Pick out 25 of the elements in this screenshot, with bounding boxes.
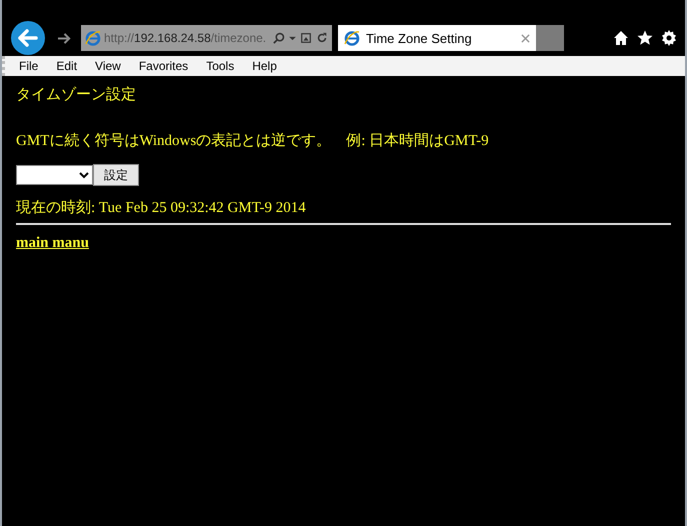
browser-logo-icon <box>85 30 101 46</box>
main-menu-link[interactable]: main manu <box>16 235 89 251</box>
set-button[interactable]: 設定 <box>93 164 139 186</box>
dropdown-icon[interactable] <box>289 36 296 40</box>
search-icon[interactable] <box>273 32 285 44</box>
menu-item[interactable]: View <box>95 59 121 73</box>
note-text: GMTに続く符号はWindowsの表記とは逆です。 例: 日本時間はGMT-9 <box>16 132 490 151</box>
menu-item[interactable]: Edit <box>56 59 78 73</box>
close-icon[interactable] <box>521 34 530 42</box>
menu-item[interactable]: Tools <box>206 59 234 73</box>
forward-button[interactable] <box>57 32 72 44</box>
timezone-select[interactable] <box>16 165 93 185</box>
browser-logo-icon <box>344 30 360 46</box>
home-icon[interactable] <box>613 30 629 46</box>
refresh-icon[interactable] <box>316 32 328 44</box>
address-field[interactable]: http://192.168.24.58/timezone. <box>81 25 271 51</box>
menu-item[interactable]: File <box>19 59 38 73</box>
settings-icon[interactable] <box>661 30 677 46</box>
menu-item[interactable]: Help <box>252 59 277 73</box>
browser-tab[interactable]: Time Zone Setting <box>338 25 536 51</box>
menu-item[interactable]: Favorites <box>138 59 188 73</box>
star-icon[interactable] <box>637 30 653 46</box>
page-heading: タイムゾーン設定 <box>16 85 137 103</box>
current-time-text: 現在の時刻: Tue Feb 25 09:32:42 GMT-9 2014 <box>16 198 307 218</box>
back-button[interactable] <box>11 21 45 55</box>
